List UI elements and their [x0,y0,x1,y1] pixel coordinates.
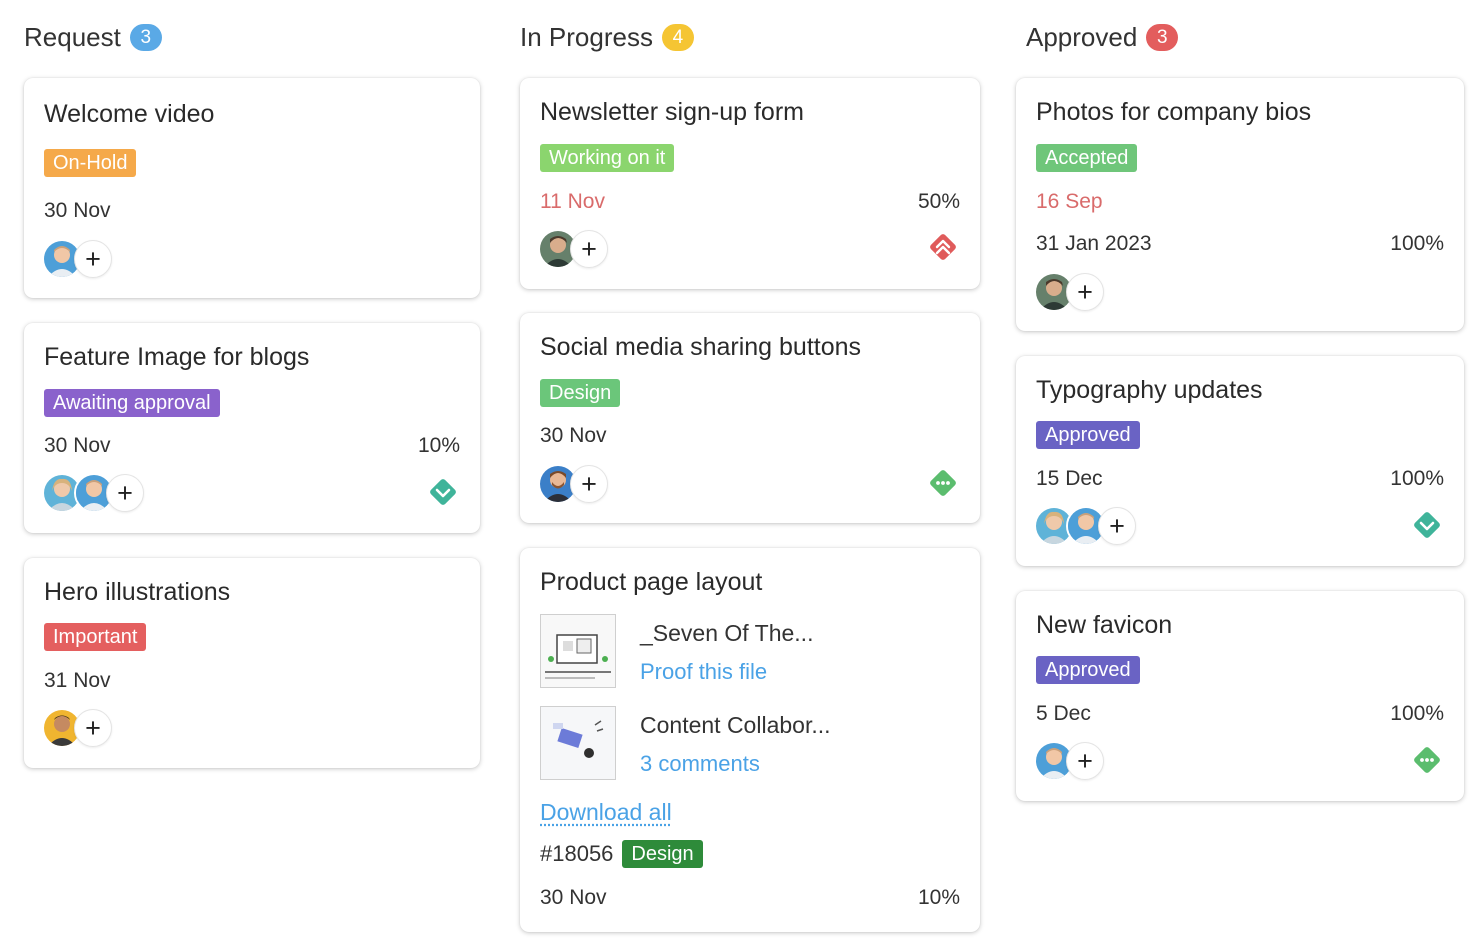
add-assignee-button[interactable]: + [74,709,112,747]
progress-percent: 10% [417,434,460,457]
add-assignee-button[interactable]: + [570,230,608,268]
status-tag[interactable]: Working on it [540,144,675,172]
project-tag[interactable]: Design [622,840,703,868]
task-card[interactable]: New favicon Approved 5 Dec 100% + [1016,591,1464,801]
column-header: Approved 3 [1026,20,1179,54]
add-assignee-button[interactable]: + [106,474,144,512]
add-assignee-button[interactable]: + [1066,742,1104,780]
double-chevron-up-diamond-icon[interactable] [926,230,960,264]
add-assignee-button[interactable]: + [570,465,608,503]
task-card[interactable]: Product page layout _Seven Of The... Pro… [520,548,980,932]
column-title: Request [24,21,121,52]
add-assignee-button[interactable]: + [74,240,112,278]
progress-percent: 10% [917,886,960,909]
comments-link[interactable]: 3 comments [640,751,760,777]
card-title: Welcome video [44,100,215,128]
due-date: 11 Nov [540,190,605,213]
download-all-link[interactable]: Download all [540,799,672,826]
file-name: Content Collabor... [640,712,831,738]
status-tag[interactable]: Accepted [1036,144,1138,172]
column-title: In Progress [520,21,653,52]
progress-percent: 50% [917,190,960,213]
assignees: + [42,239,112,279]
add-assignee-button[interactable]: + [1066,273,1104,311]
card-title: Newsletter sign-up form [540,98,804,126]
status-tag[interactable]: Awaiting approval [44,389,220,417]
assignees: + [538,464,608,504]
assignees: + [42,473,144,513]
status-tag[interactable]: Design [540,379,621,407]
dots-diamond-icon[interactable] [926,466,960,500]
progress-percent: 100% [1390,702,1444,725]
assignees: + [1034,741,1104,781]
file-thumbnail[interactable] [540,614,616,688]
project-number: #18056 [540,841,614,866]
column-count-badge: 4 [661,23,694,51]
due-date: 30 Nov [44,199,111,222]
task-card[interactable]: Photos for company bios Accepted 16 Sep … [1016,78,1464,331]
card-title: New favicon [1036,611,1173,639]
progress-percent: 100% [1390,467,1444,490]
task-card[interactable]: Welcome video On-Hold 30 Nov + [24,78,480,298]
due-date: 30 Nov [540,886,607,909]
column-count-badge: 3 [1146,23,1179,51]
assignees: + [42,708,112,748]
assignees: + [1034,506,1136,546]
card-title: Hero illustrations [44,578,231,606]
task-card[interactable]: Typography updates Approved 15 Dec 100% … [1016,356,1464,566]
file-thumbnail[interactable] [540,706,616,780]
column-title: Approved [1026,21,1138,52]
chevron-down-diamond-icon[interactable] [1410,508,1444,542]
assignees: + [1034,272,1104,312]
start-date: 16 Sep [1036,190,1103,213]
task-card[interactable]: Newsletter sign-up form Working on it 11… [520,78,980,289]
task-card[interactable]: Feature Image for blogs Awaiting approva… [24,323,480,533]
card-title: Social media sharing buttons [540,333,862,361]
status-tag[interactable]: Approved [1036,656,1140,684]
status-tag[interactable]: Important [44,623,147,651]
card-title: Feature Image for blogs [44,343,310,371]
task-card[interactable]: Hero illustrations Important 31 Nov + [24,558,480,768]
card-title: Photos for company bios [1036,98,1312,126]
chevron-down-diamond-icon[interactable] [426,475,460,509]
add-assignee-button[interactable]: + [1098,507,1136,545]
assignees: + [538,229,608,269]
file-name: _Seven Of The... [640,620,814,646]
due-date: 31 Jan 2023 [1036,232,1152,255]
due-date: 31 Nov [44,669,111,692]
card-title: Product page layout [540,568,763,596]
column-count-badge: 3 [129,23,162,51]
column-header: In Progress 4 [520,20,694,54]
card-title: Typography updates [1036,376,1263,404]
proof-file-link[interactable]: Proof this file [640,659,767,685]
due-date: 5 Dec [1036,702,1091,725]
progress-percent: 100% [1390,232,1444,255]
due-date: 15 Dec [1036,467,1103,490]
task-card[interactable]: Social media sharing buttons Design 30 N… [520,313,980,523]
column-header: Request 3 [24,20,162,54]
status-tag[interactable]: Approved [1036,421,1140,449]
due-date: 30 Nov [540,424,607,447]
due-date: 30 Nov [44,434,111,457]
status-tag[interactable]: On-Hold [44,149,137,177]
dots-diamond-icon[interactable] [1410,743,1444,777]
